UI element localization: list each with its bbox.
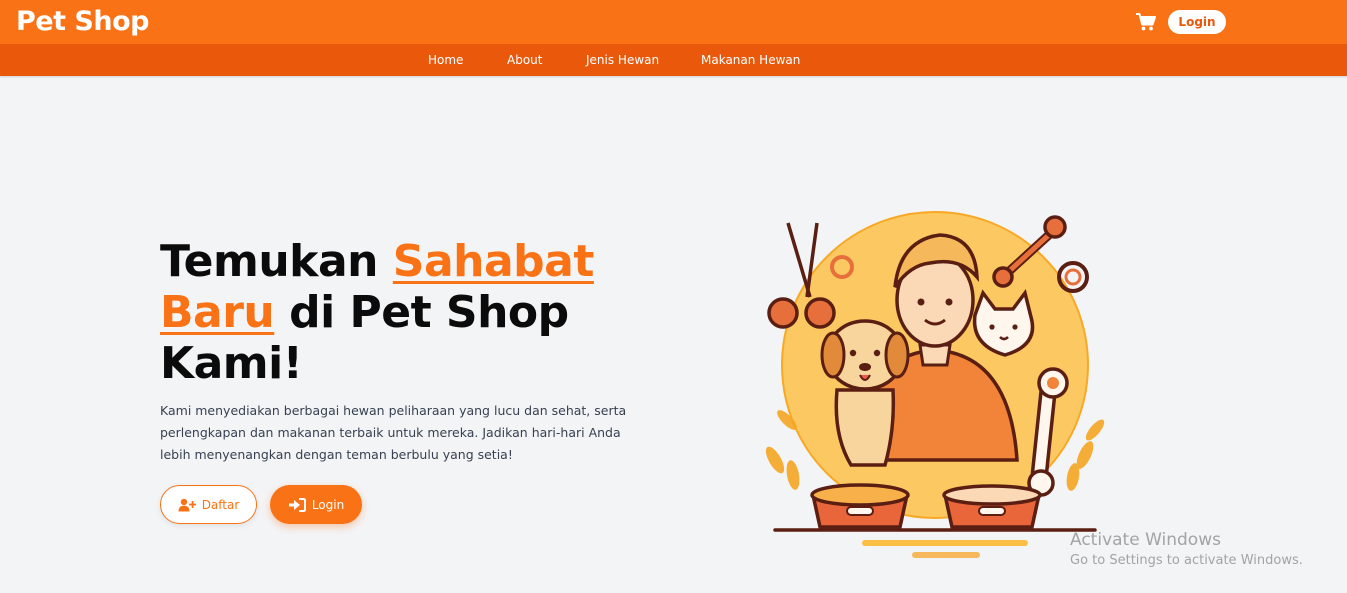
brand-logo[interactable]: Pet Shop (16, 6, 149, 37)
hero-login-button[interactable]: Login (270, 485, 362, 524)
nav-item-makanan-hewan[interactable]: Makanan Hewan (701, 53, 800, 67)
watermark-line1: Activate Windows (1070, 530, 1221, 550)
header-login-button[interactable]: Login (1168, 10, 1226, 34)
nav-item-jenis-hewan[interactable]: Jenis Hewan (586, 53, 659, 67)
top-header: Pet Shop Login (0, 0, 1347, 44)
main-nav: Home About Jenis Hewan Makanan Hewan (0, 44, 1347, 76)
nav-item-home[interactable]: Home (428, 53, 463, 67)
login-label: Login (311, 497, 345, 512)
user-plus-icon (178, 498, 196, 511)
daftar-button[interactable]: Daftar (160, 485, 257, 524)
pet-shop-illustration (765, 211, 1105, 558)
activate-windows-watermark: Activate Windows Go to Settings to activ… (1070, 530, 1303, 568)
watermark-line2: Go to Settings to activate Windows. (1070, 553, 1303, 568)
nav-item-about[interactable]: About (507, 53, 542, 67)
hero-title: Temukan Sahabat Baru di Pet Shop Kami! (160, 236, 600, 389)
daftar-label: Daftar (201, 497, 240, 512)
shopping-cart-icon[interactable] (1135, 12, 1157, 32)
sign-in-icon (288, 497, 306, 512)
hero-description: Kami menyediakan berbagai hewan pelihara… (160, 403, 627, 462)
hero-title-part1: Temukan (160, 236, 393, 287)
